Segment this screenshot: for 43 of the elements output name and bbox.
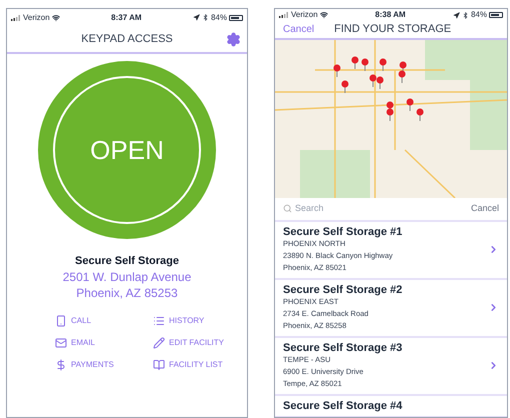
facility-name: Secure Self Storage #4: [283, 400, 404, 412]
facility-name: Secure Self Storage #3: [283, 342, 404, 354]
search-field[interactable]: Search Cancel: [275, 198, 507, 222]
action-link[interactable]: EMAIL: [55, 337, 145, 349]
status-time: 8:38 AM: [375, 9, 406, 21]
action-link[interactable]: PAYMENTS: [55, 359, 145, 371]
screen-title: FIND YOUR STORAGE: [334, 22, 452, 37]
signal-icon: [279, 12, 289, 18]
bluetooth-icon: [462, 12, 469, 18]
search-cancel[interactable]: Cancel: [470, 202, 499, 216]
signal-icon: [11, 14, 21, 20]
action-link[interactable]: HISTORY: [153, 315, 247, 327]
facility-name: Secure Self Storage #2: [283, 284, 404, 296]
location-icon: [192, 14, 200, 21]
status-time: 8:37 AM: [111, 12, 142, 24]
book-icon: [153, 359, 165, 371]
search-placeholder: Search: [295, 202, 325, 215]
action-link[interactable]: EDIT FACILITY: [153, 337, 247, 349]
carrier-name: Verizon: [23, 12, 50, 24]
facility-city: Phoenix, AZ 85253: [76, 285, 178, 301]
battery-icon: [489, 12, 503, 18]
facility-row[interactable]: Secure Self Storage #4: [275, 396, 507, 417]
location-icon: [452, 12, 460, 18]
battery-icon: [229, 14, 243, 20]
search-icon: [283, 204, 292, 213]
screen-title: KEYPAD ACCESS: [81, 32, 173, 47]
pencil-icon: [153, 337, 165, 349]
open-button[interactable]: OPEN: [38, 61, 216, 239]
phone-icon: [55, 315, 67, 327]
action-link[interactable]: CALL: [55, 315, 145, 327]
facility-name: Secure Self Storage #1: [283, 226, 404, 238]
action-link[interactable]: FACILITY LIST: [153, 359, 247, 371]
wifi-icon: [52, 14, 60, 22]
dollar-icon: [55, 359, 67, 371]
wifi-icon: [320, 11, 328, 19]
facility-address: 2501 W. Dunlap Avenue: [62, 269, 192, 285]
battery-percent: 84%: [210, 12, 227, 24]
mail-icon: [55, 337, 67, 349]
bluetooth-icon: [202, 14, 209, 21]
cancel-button[interactable]: Cancel: [283, 22, 314, 37]
facility-name: Secure Self Storage: [75, 254, 179, 269]
battery-percent: 84%: [470, 9, 487, 21]
carrier-name: Verizon: [291, 9, 318, 21]
